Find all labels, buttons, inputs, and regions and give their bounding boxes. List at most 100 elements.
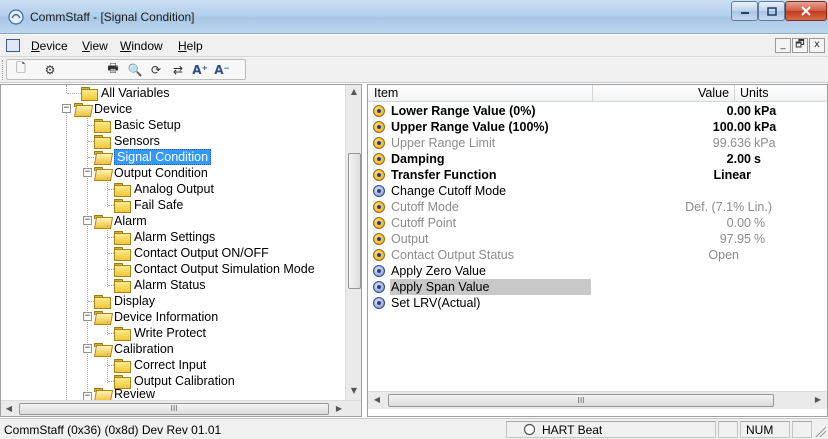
menu-device[interactable]: Device: [31, 39, 68, 53]
tree-line: [67, 93, 81, 94]
variable-icon: [373, 137, 385, 149]
list-hscroll-thumb[interactable]: III: [388, 394, 774, 407]
list-row-output[interactable]: Output 97.95 %: [368, 231, 827, 247]
tree-line: [107, 225, 108, 287]
mdi-close-button[interactable]: x: [809, 38, 825, 53]
list-row-change-cutoff-mode[interactable]: Change Cutoff Mode: [368, 183, 827, 199]
toolbar: 🗋 ⚙ 🖶 🔍 ⟳ ⇄ A⁺ A⁻: [0, 57, 828, 83]
tree-item-alarm[interactable]: Alarm: [94, 213, 147, 229]
list-header: Item Value Units: [368, 85, 827, 102]
list-row-lower-range-value[interactable]: Lower Range Value (0%) 0.00 kPa: [368, 103, 827, 119]
tree-item-display[interactable]: Display: [94, 293, 155, 309]
tree-item-device-information[interactable]: Device Information: [94, 309, 218, 325]
tree-line: [107, 177, 108, 207]
tree-scroll-thumb[interactable]: [348, 153, 361, 289]
folder-icon: [94, 135, 111, 149]
collapse-toggle[interactable]: −: [83, 312, 92, 321]
list-row-upper-range-limit[interactable]: Upper Range Limit 99.636 kPa: [368, 135, 827, 151]
font-decrease-icon[interactable]: A⁻: [212, 60, 232, 79]
collapse-toggle[interactable]: −: [83, 344, 92, 353]
search-device-icon[interactable]: 🔍: [125, 60, 145, 79]
list-row-transfer-function[interactable]: Transfer Function Linear: [368, 167, 827, 183]
header-divider[interactable]: [592, 85, 593, 102]
tree-item-basic-setup[interactable]: Basic Setup: [94, 117, 181, 133]
list-horizontal-scrollbar[interactable]: ◀ III ▶: [368, 391, 827, 409]
scroll-right-arrow-icon[interactable]: ▶: [813, 395, 823, 404]
list-row-contact-output-status[interactable]: Contact Output Status Open: [368, 247, 827, 263]
tree-item-calibration[interactable]: Calibration: [94, 341, 174, 357]
header-item[interactable]: Item: [374, 86, 398, 100]
menu-view[interactable]: View: [82, 39, 108, 53]
list-row-damping[interactable]: Damping 2.00 s: [368, 151, 827, 167]
header-units[interactable]: Units: [740, 86, 768, 100]
refresh-icon[interactable]: ⟳: [146, 60, 166, 79]
list-row-apply-span-value[interactable]: Apply Span Value: [368, 279, 827, 295]
tree-item-fail-safe[interactable]: Fail Safe: [114, 197, 183, 213]
tree-item-output-condition[interactable]: Output Condition: [94, 165, 208, 181]
maximize-button[interactable]: [758, 1, 785, 21]
tree-item-correct-input[interactable]: Correct Input: [114, 357, 206, 373]
tree-item-all-variables[interactable]: All Variables: [81, 85, 170, 101]
folder-icon: [94, 295, 111, 309]
header-divider[interactable]: [734, 85, 735, 102]
new-document-icon[interactable]: 🗋: [11, 60, 31, 79]
tree-item-signal-condition[interactable]: Signal Condition: [94, 149, 212, 165]
tree-item-output-calibration[interactable]: Output Calibration: [114, 373, 235, 389]
folder-icon: [114, 199, 131, 213]
list-row-cutoff-mode[interactable]: Cutoff Mode Def. (7.1% Lin.): [368, 199, 827, 215]
method-icon: [373, 297, 385, 309]
scroll-down-arrow-icon[interactable]: ▼: [346, 386, 361, 395]
scroll-right-arrow-icon[interactable]: ▶: [334, 404, 344, 413]
list-row-upper-range-value[interactable]: Upper Range Value (100%) 100.00 kPa: [368, 119, 827, 135]
status-num-lock: NUM: [746, 423, 774, 437]
close-button[interactable]: [785, 1, 827, 21]
resize-grip-icon[interactable]: [814, 425, 826, 437]
menu-bar: Device View Window Help _ 🗗 x: [0, 35, 828, 57]
list-row-apply-zero-value[interactable]: Apply Zero Value: [368, 263, 827, 279]
status-hart-beat: HART Beat: [542, 423, 603, 437]
menu-window[interactable]: Window: [120, 39, 163, 53]
print-icon[interactable]: 🖶: [103, 60, 123, 79]
list-row-cutoff-point[interactable]: Cutoff Point 0.00 %: [368, 215, 827, 231]
mdi-minimize-button[interactable]: _: [775, 38, 791, 53]
folder-icon: [114, 279, 131, 293]
tree-item-device[interactable]: Device: [74, 101, 132, 117]
scroll-left-arrow-icon[interactable]: ◀: [372, 395, 382, 404]
folder-icon: [114, 375, 131, 389]
scroll-up-arrow-icon[interactable]: ▲: [346, 87, 361, 96]
window-title: CommStaff - [Signal Condition]: [30, 10, 195, 24]
menu-help[interactable]: Help: [178, 39, 203, 53]
list-row-set-lrv-actual[interactable]: Set LRV(Actual): [368, 295, 827, 311]
status-panel-hart: [506, 421, 716, 438]
font-increase-icon[interactable]: A⁺: [190, 60, 210, 79]
tree-item-contact-output-simulation-mode[interactable]: Contact Output Simulation Mode: [114, 261, 315, 277]
collapse-toggle[interactable]: −: [83, 216, 92, 225]
transfer-icon[interactable]: ⇄: [168, 60, 188, 79]
close-icon: [801, 6, 811, 16]
tree-item-review[interactable]: Review: [94, 388, 155, 400]
toolbar-grip[interactable]: [2, 60, 5, 80]
folder-icon: [114, 327, 131, 341]
document-window-icon[interactable]: [6, 39, 20, 52]
header-value[interactable]: Value: [698, 86, 729, 100]
tree-item-analog-output[interactable]: Analog Output: [114, 181, 214, 197]
mdi-restore-button[interactable]: 🗗: [792, 38, 808, 53]
tree-hscroll-thumb[interactable]: III: [19, 403, 329, 415]
folder-icon: [114, 359, 131, 373]
folder-open-icon: [74, 103, 90, 115]
tree-item-alarm-settings[interactable]: Alarm Settings: [114, 229, 215, 245]
tree-item-alarm-status[interactable]: Alarm Status: [114, 277, 206, 293]
device-connect-icon[interactable]: ⚙: [40, 60, 60, 79]
tree-horizontal-scrollbar[interactable]: ◀ III ▶: [1, 400, 361, 416]
tree-item-sensors[interactable]: Sensors: [94, 133, 160, 149]
collapse-toggle[interactable]: −: [83, 168, 92, 177]
tree-vertical-scrollbar[interactable]: ▲ ▼: [345, 85, 361, 400]
scroll-left-arrow-icon[interactable]: ◀: [4, 404, 14, 413]
folder-icon: [81, 87, 98, 101]
minimize-button[interactable]: [731, 1, 758, 21]
tree-item-contact-output-onoff[interactable]: Contact Output ON/OFF: [114, 245, 269, 261]
tree-item-write-protect[interactable]: Write Protect: [114, 325, 206, 341]
collapse-toggle[interactable]: −: [62, 104, 71, 113]
method-icon: [373, 185, 385, 197]
device-tree-pane: All Variables − Device Basic Setup Senso…: [0, 84, 362, 417]
